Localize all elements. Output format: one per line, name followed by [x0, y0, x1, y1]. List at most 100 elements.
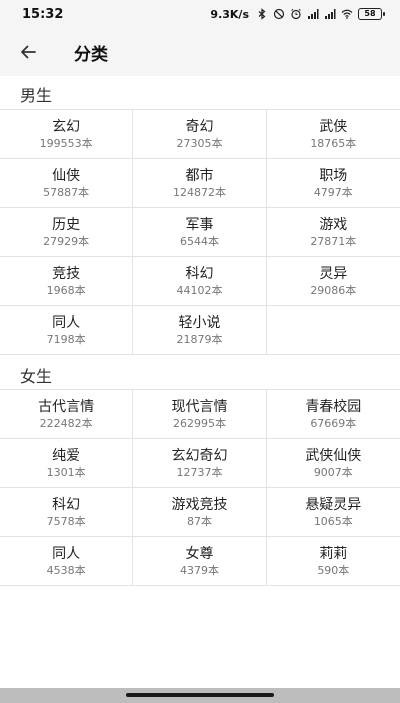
bluetooth-icon — [258, 8, 266, 20]
category-count: 21879本 — [176, 332, 223, 346]
category-count: 27929本 — [43, 234, 90, 248]
arrow-left-icon — [21, 45, 36, 59]
category-name: 轻小说 — [178, 314, 221, 331]
category-item[interactable]: 女尊 4379本 — [133, 537, 267, 585]
category-item[interactable]: 莉莉 590本 — [267, 537, 400, 585]
category-item[interactable]: 科幻 7578本 — [0, 488, 134, 536]
category-item[interactable]: 武侠仙侠 9007本 — [267, 439, 400, 487]
category-row: 竞技 1968本 科幻 44102本 灵异 29086本 — [0, 257, 400, 306]
category-item[interactable]: 轻小说 21879本 — [133, 306, 267, 354]
category-name: 职场 — [319, 167, 348, 184]
category-name: 军事 — [185, 216, 214, 233]
category-name: 纯爱 — [52, 447, 81, 464]
category-count: 9007本 — [313, 465, 353, 479]
category-count: 7198本 — [46, 332, 86, 346]
category-item[interactable]: 同人 7198本 — [0, 306, 134, 354]
category-name: 女尊 — [185, 545, 214, 562]
category-item[interactable]: 武侠 18765本 — [267, 110, 400, 158]
category-count: 262995本 — [172, 416, 226, 430]
network-speed: 9.3K/s — [210, 7, 249, 21]
battery-icon: 58 — [358, 8, 385, 20]
category-count: 6544本 — [179, 234, 219, 248]
category-row: 科幻 7578本 游戏竞技 87本 悬疑灵异 1065本 — [0, 488, 400, 537]
category-row: 玄幻 199553本 奇幻 27305本 武侠 18765本 — [0, 110, 400, 159]
category-name: 同人 — [52, 314, 81, 331]
category-count: 4379本 — [179, 563, 219, 577]
category-item[interactable]: 军事 6544本 — [133, 208, 267, 256]
category-row: 同人 4538本 女尊 4379本 莉莉 590本 — [0, 537, 400, 586]
category-name: 武侠 — [319, 118, 348, 135]
category-count: 4797本 — [313, 185, 353, 199]
category-name: 玄幻 — [52, 118, 81, 135]
category-name: 古代言情 — [38, 398, 95, 415]
category-count: 44102本 — [176, 283, 223, 297]
category-name: 游戏竞技 — [171, 496, 228, 513]
category-grid-male: 玄幻 199553本 奇幻 27305本 武侠 18765本 仙侠 57887本 都市 1… — [0, 109, 400, 355]
category-count: 18765本 — [310, 136, 357, 150]
category-name: 仙侠 — [52, 167, 81, 184]
category-name: 竞技 — [52, 265, 81, 282]
category-item[interactable]: 纯爱 1301本 — [0, 439, 134, 487]
section-title-female: 女生 — [20, 367, 53, 386]
category-name: 青春校园 — [305, 398, 362, 415]
category-count: 12737本 — [176, 465, 223, 479]
category-count: 67669本 — [310, 416, 357, 430]
category-name: 同人 — [52, 545, 81, 562]
category-item[interactable]: 游戏竞技 87本 — [133, 488, 267, 536]
status-time: 15:32 — [22, 6, 64, 22]
category-item[interactable]: 科幻 44102本 — [133, 257, 267, 305]
empty-cell — [267, 306, 400, 354]
category-item[interactable]: 古代言情 222482本 — [0, 390, 134, 438]
category-row: 古代言情 222482本 现代言情 262995本 青春校园 67669本 — [0, 390, 400, 439]
category-row: 同人 7198本 轻小说 21879本 — [0, 306, 400, 355]
category-item[interactable]: 玄幻奇幻 12737本 — [133, 439, 267, 487]
category-count: 4538本 — [46, 563, 86, 577]
section-title-male: 男生 — [20, 86, 53, 105]
category-row: 历史 27929本 军事 6544本 游戏 27871本 — [0, 208, 400, 257]
category-count: 27305本 — [176, 136, 223, 150]
category-name: 现代言情 — [171, 398, 228, 415]
back-button[interactable] — [0, 28, 56, 76]
home-indicator[interactable] — [126, 693, 274, 697]
category-name: 悬疑灵异 — [305, 496, 362, 513]
category-item[interactable]: 玄幻 199553本 — [0, 110, 134, 158]
category-item[interactable]: 历史 27929本 — [0, 208, 134, 256]
category-item[interactable]: 灵异 29086本 — [267, 257, 400, 305]
category-name: 莉莉 — [319, 545, 348, 562]
category-item[interactable]: 现代言情 262995本 — [133, 390, 267, 438]
category-row: 纯爱 1301本 玄幻奇幻 12737本 武侠仙侠 9007本 — [0, 439, 400, 488]
category-item[interactable]: 奇幻 27305本 — [133, 110, 267, 158]
category-count: 124872本 — [172, 185, 226, 199]
category-count: 57887本 — [43, 185, 90, 199]
category-count: 1065本 — [313, 514, 353, 528]
navigation-bar — [0, 688, 400, 703]
category-count: 590本 — [317, 563, 350, 577]
signal-icon — [325, 9, 336, 19]
category-name: 武侠仙侠 — [305, 447, 362, 464]
status-icons: 9.3K/s 58 — [210, 7, 385, 21]
alarm-icon — [291, 8, 301, 20]
category-item[interactable]: 青春校园 67669本 — [267, 390, 400, 438]
category-grid-female: 古代言情 222482本 现代言情 262995本 青春校园 67669本 纯爱 130… — [0, 389, 400, 586]
category-item[interactable]: 同人 4538本 — [0, 537, 134, 585]
category-count: 222482本 — [39, 416, 93, 430]
category-count: 1301本 — [46, 465, 86, 479]
category-name: 科幻 — [185, 265, 214, 282]
category-item[interactable]: 职场 4797本 — [267, 159, 400, 207]
category-row: 仙侠 57887本 都市 124872本 职场 4797本 — [0, 159, 400, 208]
category-item[interactable]: 悬疑灵异 1065本 — [267, 488, 400, 536]
category-count: 27871本 — [310, 234, 357, 248]
category-name: 奇幻 — [185, 118, 214, 135]
category-count: 29086本 — [310, 283, 357, 297]
category-item[interactable]: 仙侠 57887本 — [0, 159, 134, 207]
category-name: 游戏 — [319, 216, 348, 233]
category-item[interactable]: 游戏 27871本 — [267, 208, 400, 256]
category-item[interactable]: 竞技 1968本 — [0, 257, 134, 305]
category-count: 199553本 — [39, 136, 93, 150]
category-item[interactable]: 都市 124872本 — [133, 159, 267, 207]
page-title: 分类 — [74, 44, 108, 65]
category-name: 都市 — [185, 167, 214, 184]
category-count: 7578本 — [46, 514, 86, 528]
category-count: 1968本 — [46, 283, 86, 297]
category-name: 玄幻奇幻 — [171, 447, 228, 464]
